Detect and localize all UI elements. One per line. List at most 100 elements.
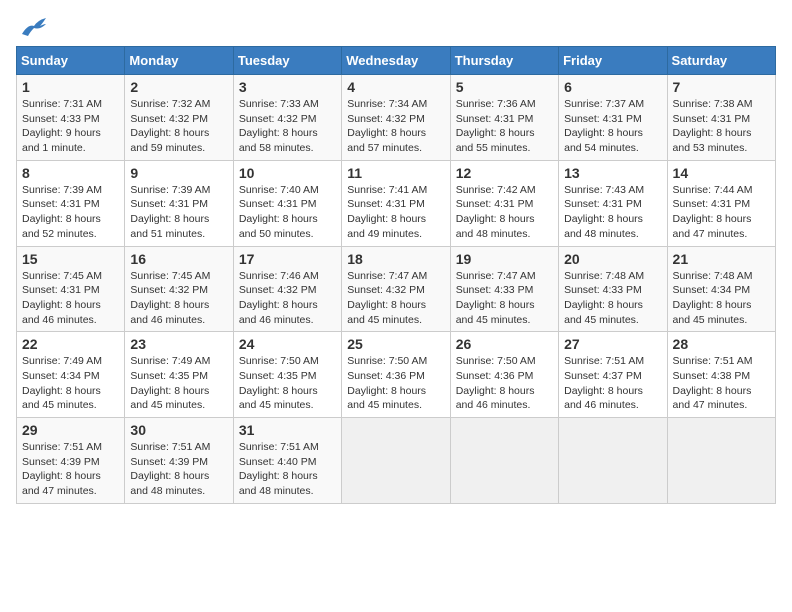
calendar-day-cell: 3 Sunrise: 7:33 AMSunset: 4:32 PMDayligh… — [233, 75, 341, 161]
day-info: Sunrise: 7:47 AMSunset: 4:32 PMDaylight:… — [347, 269, 444, 328]
day-number: 31 — [239, 422, 336, 438]
day-info: Sunrise: 7:51 AMSunset: 4:37 PMDaylight:… — [564, 354, 661, 413]
day-info: Sunrise: 7:47 AMSunset: 4:33 PMDaylight:… — [456, 269, 553, 328]
calendar-day-cell: 25 Sunrise: 7:50 AMSunset: 4:36 PMDaylig… — [342, 332, 450, 418]
day-number: 26 — [456, 336, 553, 352]
header-tuesday: Tuesday — [233, 47, 341, 75]
calendar-day-cell: 7 Sunrise: 7:38 AMSunset: 4:31 PMDayligh… — [667, 75, 775, 161]
day-number: 5 — [456, 79, 553, 95]
calendar-day-cell: 24 Sunrise: 7:50 AMSunset: 4:35 PMDaylig… — [233, 332, 341, 418]
calendar-day-cell: 11 Sunrise: 7:41 AMSunset: 4:31 PMDaylig… — [342, 160, 450, 246]
day-number: 8 — [22, 165, 119, 181]
day-number: 18 — [347, 251, 444, 267]
day-number: 29 — [22, 422, 119, 438]
calendar-day-cell: 10 Sunrise: 7:40 AMSunset: 4:31 PMDaylig… — [233, 160, 341, 246]
day-info: Sunrise: 7:32 AMSunset: 4:32 PMDaylight:… — [130, 97, 227, 156]
day-info: Sunrise: 7:45 AMSunset: 4:31 PMDaylight:… — [22, 269, 119, 328]
day-info: Sunrise: 7:49 AMSunset: 4:34 PMDaylight:… — [22, 354, 119, 413]
calendar-day-cell: 9 Sunrise: 7:39 AMSunset: 4:31 PMDayligh… — [125, 160, 233, 246]
calendar-day-cell: 1 Sunrise: 7:31 AMSunset: 4:33 PMDayligh… — [17, 75, 125, 161]
day-info: Sunrise: 7:33 AMSunset: 4:32 PMDaylight:… — [239, 97, 336, 156]
calendar-day-cell: 26 Sunrise: 7:50 AMSunset: 4:36 PMDaylig… — [450, 332, 558, 418]
calendar-day-cell: 17 Sunrise: 7:46 AMSunset: 4:32 PMDaylig… — [233, 246, 341, 332]
day-number: 4 — [347, 79, 444, 95]
day-info: Sunrise: 7:50 AMSunset: 4:36 PMDaylight:… — [456, 354, 553, 413]
calendar-day-cell: 14 Sunrise: 7:44 AMSunset: 4:31 PMDaylig… — [667, 160, 775, 246]
day-number: 21 — [673, 251, 770, 267]
day-info: Sunrise: 7:51 AMSunset: 4:40 PMDaylight:… — [239, 440, 336, 499]
day-info: Sunrise: 7:38 AMSunset: 4:31 PMDaylight:… — [673, 97, 770, 156]
header-friday: Friday — [559, 47, 667, 75]
day-number: 19 — [456, 251, 553, 267]
calendar-day-cell: 27 Sunrise: 7:51 AMSunset: 4:37 PMDaylig… — [559, 332, 667, 418]
logo — [16, 16, 48, 38]
header-monday: Monday — [125, 47, 233, 75]
day-number: 13 — [564, 165, 661, 181]
calendar-header-row: SundayMondayTuesdayWednesdayThursdayFrid… — [17, 47, 776, 75]
day-info: Sunrise: 7:41 AMSunset: 4:31 PMDaylight:… — [347, 183, 444, 242]
day-number: 17 — [239, 251, 336, 267]
calendar-week-row: 1 Sunrise: 7:31 AMSunset: 4:33 PMDayligh… — [17, 75, 776, 161]
day-info: Sunrise: 7:51 AMSunset: 4:38 PMDaylight:… — [673, 354, 770, 413]
header-wednesday: Wednesday — [342, 47, 450, 75]
day-info: Sunrise: 7:40 AMSunset: 4:31 PMDaylight:… — [239, 183, 336, 242]
day-number: 25 — [347, 336, 444, 352]
calendar-day-cell — [667, 418, 775, 504]
day-info: Sunrise: 7:37 AMSunset: 4:31 PMDaylight:… — [564, 97, 661, 156]
day-number: 22 — [22, 336, 119, 352]
header-sunday: Sunday — [17, 47, 125, 75]
calendar-day-cell: 4 Sunrise: 7:34 AMSunset: 4:32 PMDayligh… — [342, 75, 450, 161]
calendar-day-cell — [342, 418, 450, 504]
calendar-day-cell: 13 Sunrise: 7:43 AMSunset: 4:31 PMDaylig… — [559, 160, 667, 246]
day-info: Sunrise: 7:51 AMSunset: 4:39 PMDaylight:… — [22, 440, 119, 499]
day-info: Sunrise: 7:34 AMSunset: 4:32 PMDaylight:… — [347, 97, 444, 156]
calendar-day-cell: 23 Sunrise: 7:49 AMSunset: 4:35 PMDaylig… — [125, 332, 233, 418]
day-number: 27 — [564, 336, 661, 352]
day-info: Sunrise: 7:36 AMSunset: 4:31 PMDaylight:… — [456, 97, 553, 156]
calendar-day-cell: 19 Sunrise: 7:47 AMSunset: 4:33 PMDaylig… — [450, 246, 558, 332]
day-number: 28 — [673, 336, 770, 352]
day-number: 24 — [239, 336, 336, 352]
calendar-day-cell: 12 Sunrise: 7:42 AMSunset: 4:31 PMDaylig… — [450, 160, 558, 246]
day-info: Sunrise: 7:46 AMSunset: 4:32 PMDaylight:… — [239, 269, 336, 328]
calendar-day-cell: 5 Sunrise: 7:36 AMSunset: 4:31 PMDayligh… — [450, 75, 558, 161]
day-number: 9 — [130, 165, 227, 181]
calendar-day-cell — [450, 418, 558, 504]
calendar-day-cell — [559, 418, 667, 504]
day-number: 10 — [239, 165, 336, 181]
calendar-day-cell: 2 Sunrise: 7:32 AMSunset: 4:32 PMDayligh… — [125, 75, 233, 161]
day-number: 16 — [130, 251, 227, 267]
calendar-day-cell: 20 Sunrise: 7:48 AMSunset: 4:33 PMDaylig… — [559, 246, 667, 332]
header-thursday: Thursday — [450, 47, 558, 75]
day-number: 20 — [564, 251, 661, 267]
day-info: Sunrise: 7:50 AMSunset: 4:35 PMDaylight:… — [239, 354, 336, 413]
calendar-day-cell: 31 Sunrise: 7:51 AMSunset: 4:40 PMDaylig… — [233, 418, 341, 504]
day-number: 14 — [673, 165, 770, 181]
calendar-week-row: 8 Sunrise: 7:39 AMSunset: 4:31 PMDayligh… — [17, 160, 776, 246]
day-info: Sunrise: 7:48 AMSunset: 4:33 PMDaylight:… — [564, 269, 661, 328]
calendar-day-cell: 16 Sunrise: 7:45 AMSunset: 4:32 PMDaylig… — [125, 246, 233, 332]
day-info: Sunrise: 7:43 AMSunset: 4:31 PMDaylight:… — [564, 183, 661, 242]
day-number: 3 — [239, 79, 336, 95]
day-info: Sunrise: 7:42 AMSunset: 4:31 PMDaylight:… — [456, 183, 553, 242]
calendar-week-row: 22 Sunrise: 7:49 AMSunset: 4:34 PMDaylig… — [17, 332, 776, 418]
day-number: 12 — [456, 165, 553, 181]
day-info: Sunrise: 7:39 AMSunset: 4:31 PMDaylight:… — [130, 183, 227, 242]
day-number: 23 — [130, 336, 227, 352]
day-number: 2 — [130, 79, 227, 95]
page-header — [16, 16, 776, 38]
day-number: 15 — [22, 251, 119, 267]
calendar-week-row: 15 Sunrise: 7:45 AMSunset: 4:31 PMDaylig… — [17, 246, 776, 332]
calendar-day-cell: 15 Sunrise: 7:45 AMSunset: 4:31 PMDaylig… — [17, 246, 125, 332]
header-saturday: Saturday — [667, 47, 775, 75]
day-info: Sunrise: 7:48 AMSunset: 4:34 PMDaylight:… — [673, 269, 770, 328]
day-info: Sunrise: 7:51 AMSunset: 4:39 PMDaylight:… — [130, 440, 227, 499]
logo-bird-icon — [20, 16, 48, 38]
day-info: Sunrise: 7:45 AMSunset: 4:32 PMDaylight:… — [130, 269, 227, 328]
day-number: 6 — [564, 79, 661, 95]
day-info: Sunrise: 7:44 AMSunset: 4:31 PMDaylight:… — [673, 183, 770, 242]
calendar-day-cell: 30 Sunrise: 7:51 AMSunset: 4:39 PMDaylig… — [125, 418, 233, 504]
day-number: 7 — [673, 79, 770, 95]
day-info: Sunrise: 7:50 AMSunset: 4:36 PMDaylight:… — [347, 354, 444, 413]
calendar-day-cell: 8 Sunrise: 7:39 AMSunset: 4:31 PMDayligh… — [17, 160, 125, 246]
